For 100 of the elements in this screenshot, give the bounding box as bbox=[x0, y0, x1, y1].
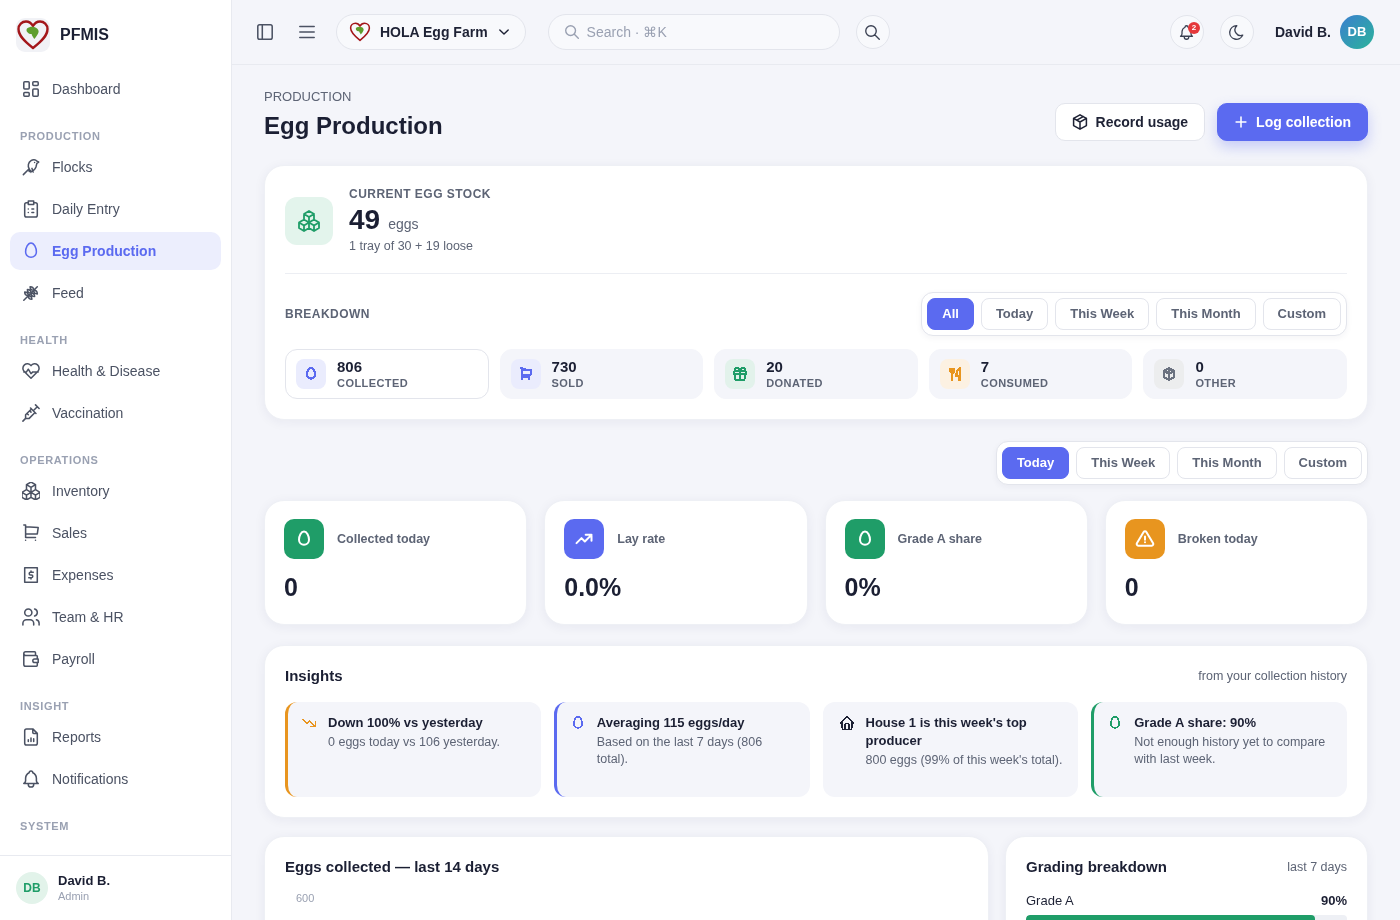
cart-icon bbox=[510, 359, 541, 389]
search-icon bbox=[564, 25, 579, 39]
sidebar-item[interactable]: Egg Production bbox=[10, 232, 221, 270]
sidebar-item[interactable]: Reports bbox=[10, 718, 221, 756]
grade-label: Grade A bbox=[1026, 893, 1074, 909]
stock-detail: 1 tray of 30 + 19 loose bbox=[349, 238, 474, 255]
period-tab[interactable]: Today bbox=[1001, 447, 1070, 479]
breakdown-name: DONATED bbox=[766, 377, 823, 390]
breakdown-name: SOLD bbox=[551, 377, 584, 390]
card-note: from your collection history bbox=[1198, 668, 1347, 684]
boxes-icon bbox=[285, 196, 333, 245]
period-tab[interactable]: All bbox=[927, 298, 974, 330]
sidebar-toggle-button[interactable] bbox=[256, 23, 274, 41]
dollar-document-icon bbox=[22, 566, 40, 584]
grade-percent: 90% bbox=[1320, 893, 1347, 909]
farm-selector[interactable]: HOLA Egg Farm bbox=[336, 14, 526, 50]
user-role: Admin bbox=[58, 889, 90, 903]
breakdown-name: OTHER bbox=[1195, 377, 1237, 390]
breakdown-name: CONSUMED bbox=[980, 377, 1049, 390]
period-tab[interactable]: Today bbox=[980, 298, 1049, 330]
search-icon bbox=[865, 24, 881, 40]
insight-text: Based on the last 7 days (806 total). bbox=[596, 734, 764, 768]
breakdown-tile[interactable]: 0 OTHER bbox=[1143, 349, 1347, 399]
stock-label: CURRENT EGG STOCK bbox=[349, 186, 491, 202]
brand-name: PFMIS bbox=[60, 25, 109, 45]
sidebar-item[interactable]: Sales bbox=[10, 514, 221, 552]
section-label: SYSTEM bbox=[20, 820, 70, 833]
heart-logo bbox=[349, 21, 371, 43]
breakdown-label: BREAKDOWN bbox=[285, 306, 370, 322]
sidebar-item[interactable]: Payroll bbox=[10, 640, 221, 678]
breakdown-value: 0 bbox=[1195, 358, 1204, 376]
bell-icon bbox=[22, 770, 40, 788]
period-tab[interactable]: This Month bbox=[1156, 298, 1256, 330]
breakdown-value: 20 bbox=[766, 358, 783, 376]
heart-pulse-icon bbox=[22, 362, 40, 380]
breakdown-value: 7 bbox=[980, 358, 990, 376]
card-title: Insights bbox=[285, 666, 343, 686]
sidebar-item[interactable]: Dashboard bbox=[10, 70, 221, 108]
period-tab[interactable]: This Week bbox=[1055, 298, 1150, 330]
breakdown-tile[interactable]: 7 CONSUMED bbox=[928, 349, 1133, 399]
bell-icon bbox=[1179, 24, 1195, 40]
heart-logo bbox=[16, 18, 50, 52]
page-title: Egg Production bbox=[264, 111, 443, 141]
dashboard-icon bbox=[22, 80, 40, 98]
bird-icon bbox=[22, 158, 40, 176]
fork-knife-icon bbox=[939, 359, 970, 389]
menu-button[interactable] bbox=[298, 23, 316, 41]
wallet-icon bbox=[22, 650, 40, 668]
package-icon bbox=[1154, 359, 1185, 389]
log-collection-button[interactable]: Log collection bbox=[1217, 103, 1368, 141]
breakdown-tile[interactable]: 806 COLLECTED bbox=[285, 349, 489, 399]
egg-icon bbox=[296, 359, 326, 389]
insight-text: 0 eggs today vs 106 yesterday. bbox=[328, 734, 501, 751]
notifications-button[interactable]: 2 bbox=[1170, 15, 1204, 49]
period-tab[interactable]: This Week bbox=[1076, 447, 1171, 479]
stat-label: Grade A share bbox=[897, 531, 983, 547]
sidebar-item[interactable]: Inventory bbox=[10, 472, 221, 510]
sidebar-item[interactable]: Team & HR bbox=[10, 598, 221, 636]
stat-label: Broken today bbox=[1177, 531, 1258, 547]
section-eyebrow: PRODUCTION bbox=[264, 89, 352, 105]
breakdown-tile[interactable]: 730 SOLD bbox=[499, 349, 704, 399]
cart-icon bbox=[22, 524, 40, 542]
stat-value: 0% bbox=[844, 572, 881, 602]
section-label: OPERATIONS bbox=[20, 454, 99, 467]
section-label: PRODUCTION bbox=[20, 130, 101, 143]
notification-badge: 2 bbox=[1188, 22, 1200, 34]
boxes-icon bbox=[22, 482, 40, 500]
report-icon bbox=[22, 728, 40, 746]
sidebar-item[interactable]: Vaccination bbox=[10, 394, 221, 432]
breakdown-value: 730 bbox=[551, 358, 577, 376]
breakdown-value: 806 bbox=[337, 358, 363, 376]
theme-toggle-button[interactable] bbox=[1220, 15, 1254, 49]
insight-title: Down 100% vs yesterday bbox=[328, 714, 483, 732]
sidebar-item[interactable]: Notifications bbox=[10, 760, 221, 798]
period-tab[interactable]: Custom bbox=[1283, 447, 1362, 479]
period-tab[interactable]: This Month bbox=[1177, 447, 1277, 479]
search-button[interactable] bbox=[855, 15, 890, 49]
insight-text: Not enough history yet to compare with last week. bbox=[1134, 734, 1327, 768]
stat-value: 0 bbox=[1124, 572, 1139, 602]
record-usage-button[interactable]: Record usage bbox=[1054, 103, 1206, 141]
stat-value: 0 bbox=[284, 572, 298, 602]
sidebar-item[interactable]: Expenses bbox=[10, 556, 221, 594]
breakdown-tile[interactable]: 20 DONATED bbox=[714, 349, 918, 399]
breakdown-name: COLLECTED bbox=[337, 377, 409, 390]
wheat-icon bbox=[22, 284, 40, 302]
syringe-icon bbox=[22, 404, 40, 422]
user-name: David B. bbox=[1275, 22, 1331, 42]
users-icon bbox=[22, 608, 40, 626]
package-icon bbox=[1071, 114, 1088, 130]
search-field[interactable]: Search · ⌘K bbox=[547, 14, 840, 50]
card-title: Grading breakdown bbox=[1026, 857, 1167, 877]
period-tab[interactable]: Custom bbox=[1262, 298, 1341, 330]
sidebar-item[interactable]: Feed bbox=[10, 274, 221, 312]
sidebar-item[interactable]: Health & Disease bbox=[10, 352, 221, 390]
stock-value: 49 bbox=[349, 204, 381, 236]
moon-icon bbox=[1229, 24, 1245, 40]
sidebar-item[interactable]: Flocks bbox=[10, 148, 221, 186]
insight-title: Averaging 115 eggs/day bbox=[596, 714, 745, 732]
sidebar-item[interactable]: Daily Entry bbox=[10, 190, 221, 228]
gift-icon bbox=[725, 359, 756, 389]
